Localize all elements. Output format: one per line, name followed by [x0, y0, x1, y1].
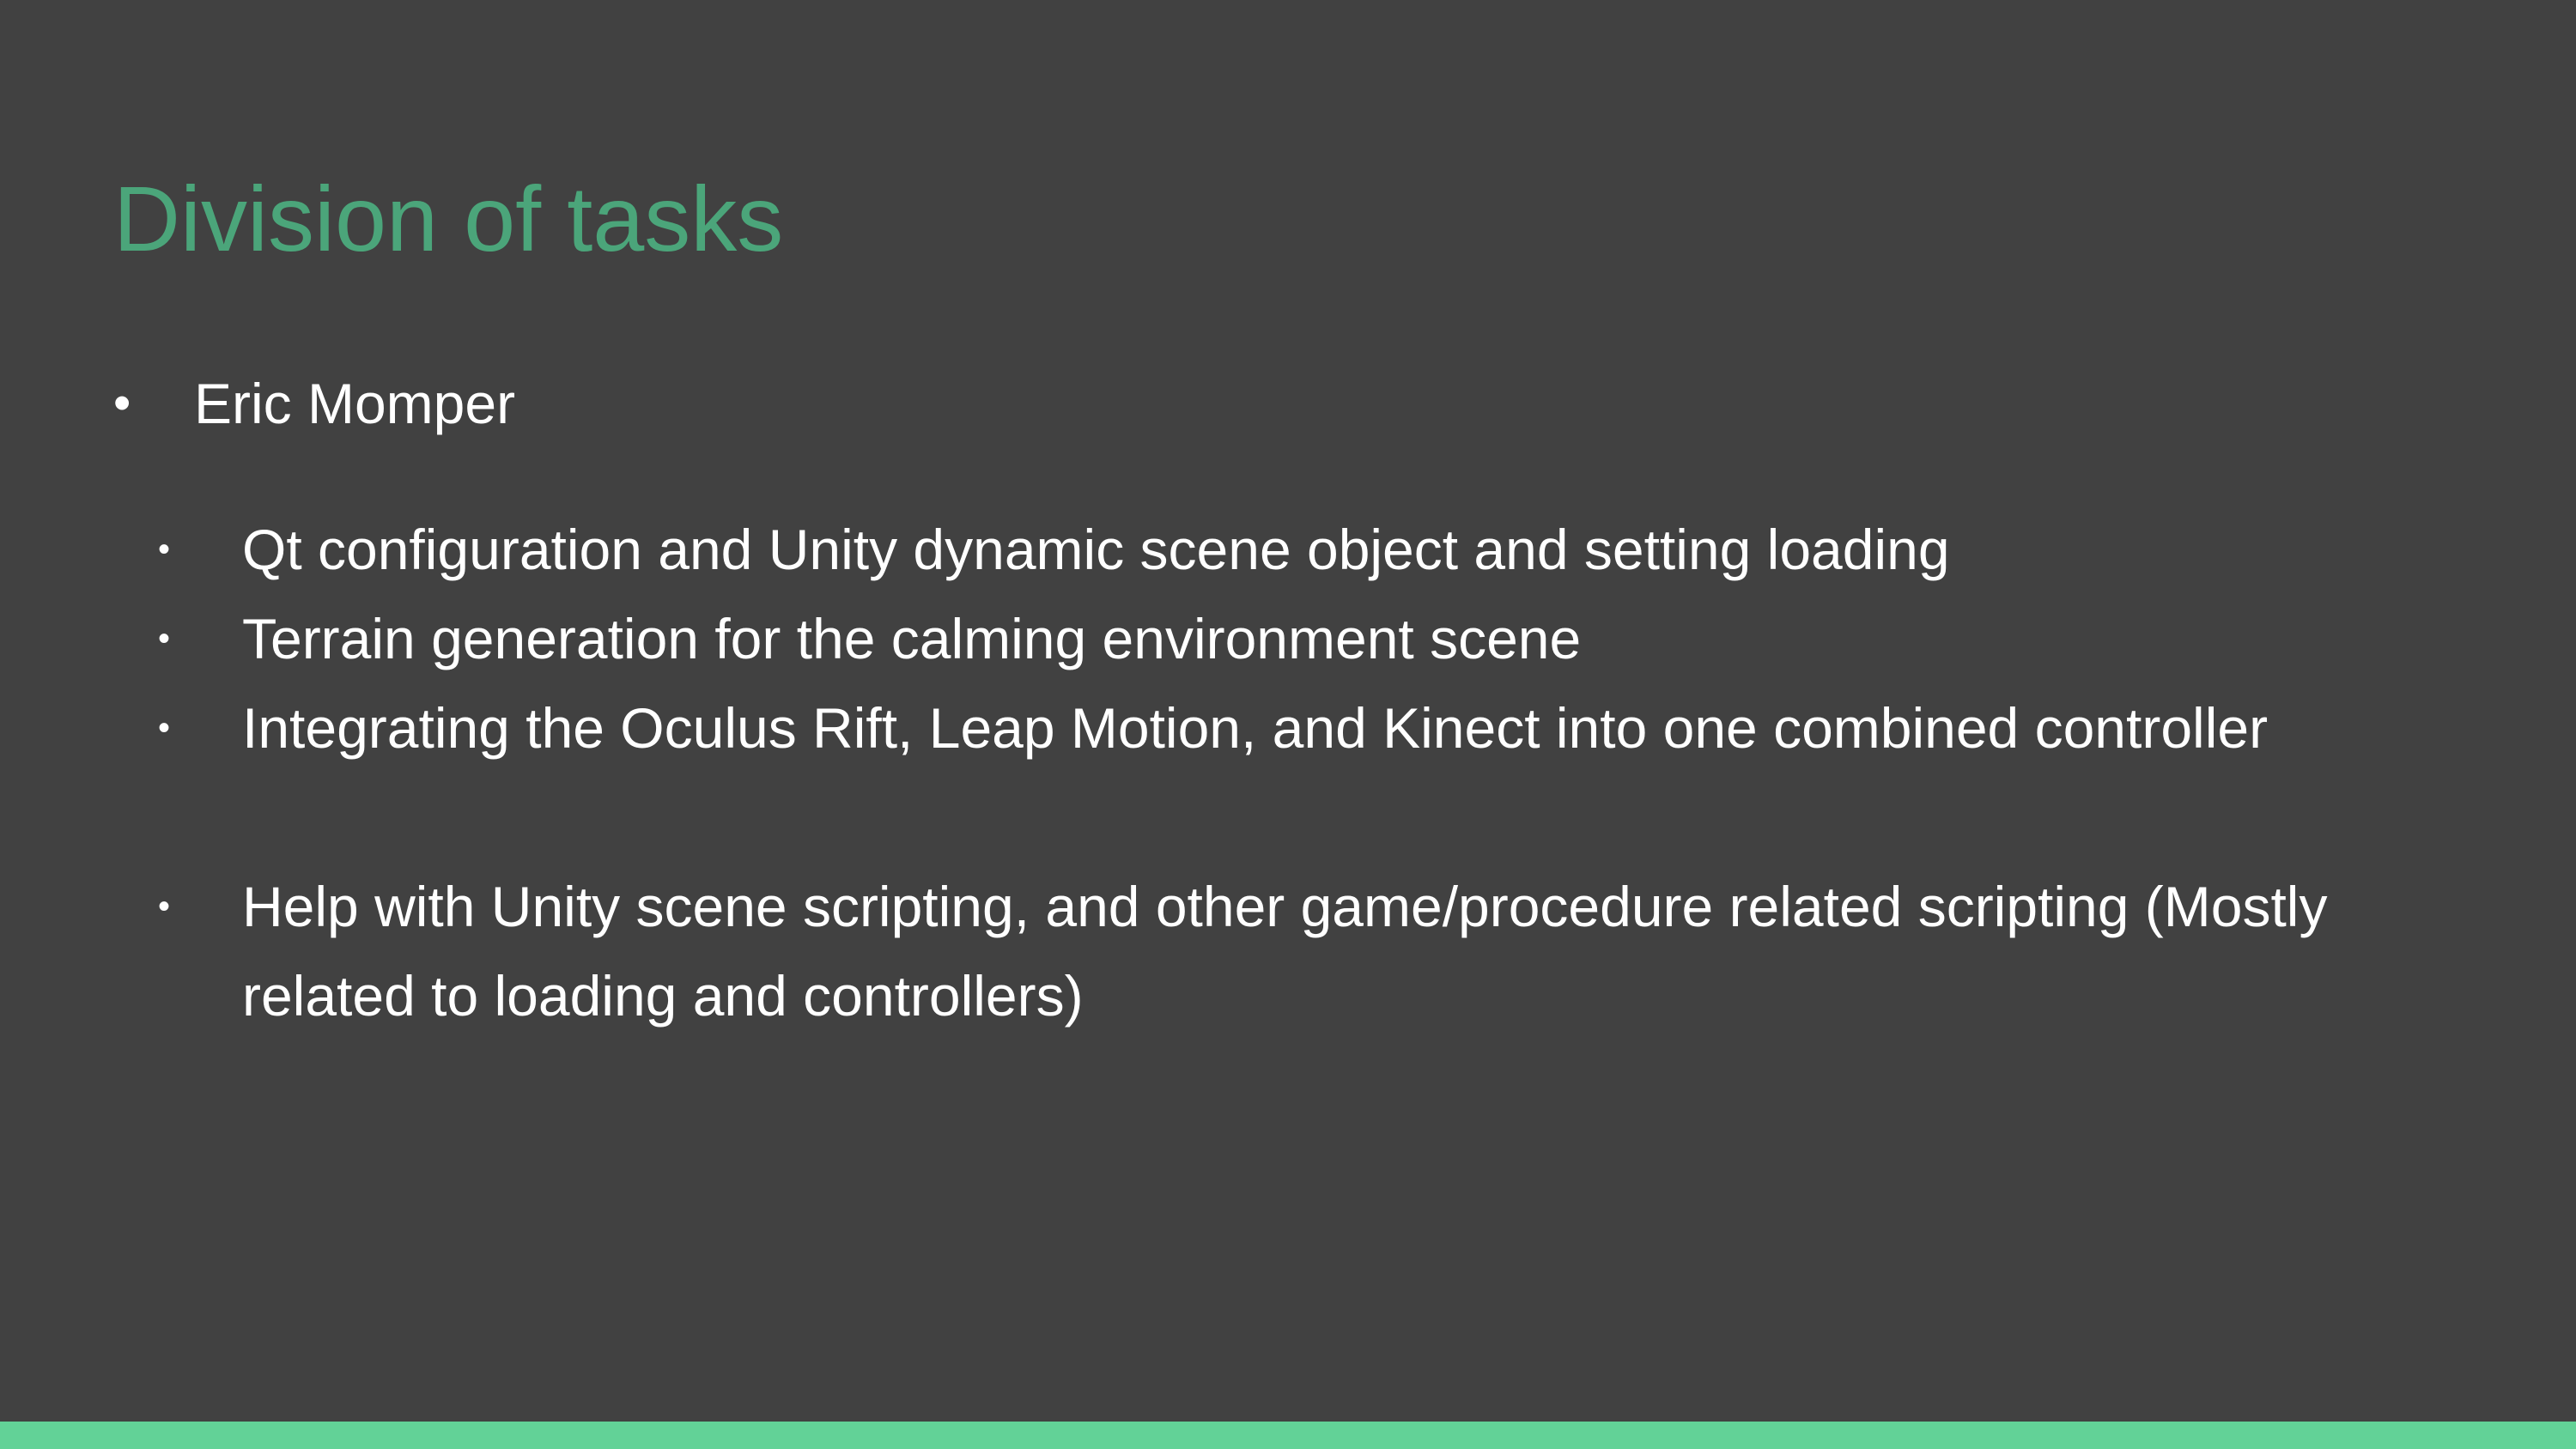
bottom-accent-bar: [0, 1422, 2576, 1449]
task-text: Terrain generation for the calming envir…: [242, 607, 1582, 670]
list-item-person: • Eric Momper: [0, 361, 2576, 446]
slide-title: Division of tasks: [113, 167, 784, 270]
task-text: Integrating the Oculus Rift, Leap Motion…: [242, 696, 2269, 760]
bullet-icon: •: [113, 375, 131, 431]
slide: Division of tasks • Eric Momper • Qt con…: [0, 0, 2576, 1449]
task-text: Help with Unity scene scripting, and oth…: [242, 875, 2328, 1028]
list-item: • Integrating the Oculus Rift, Leap Moti…: [0, 683, 2576, 862]
bullet-icon: •: [158, 530, 171, 568]
bullet-icon: •: [158, 709, 171, 747]
list-item: • Qt configuration and Unity dynamic sce…: [0, 505, 2576, 594]
task-text: Qt configuration and Unity dynamic scene…: [242, 518, 1950, 581]
person-name: Eric Momper: [194, 372, 516, 435]
bullet-icon: •: [158, 620, 171, 658]
bullet-icon: •: [158, 888, 171, 925]
list-item: • Help with Unity scene scripting, and o…: [0, 862, 2576, 1040]
list-item: • Terrain generation for the calming env…: [0, 594, 2576, 683]
